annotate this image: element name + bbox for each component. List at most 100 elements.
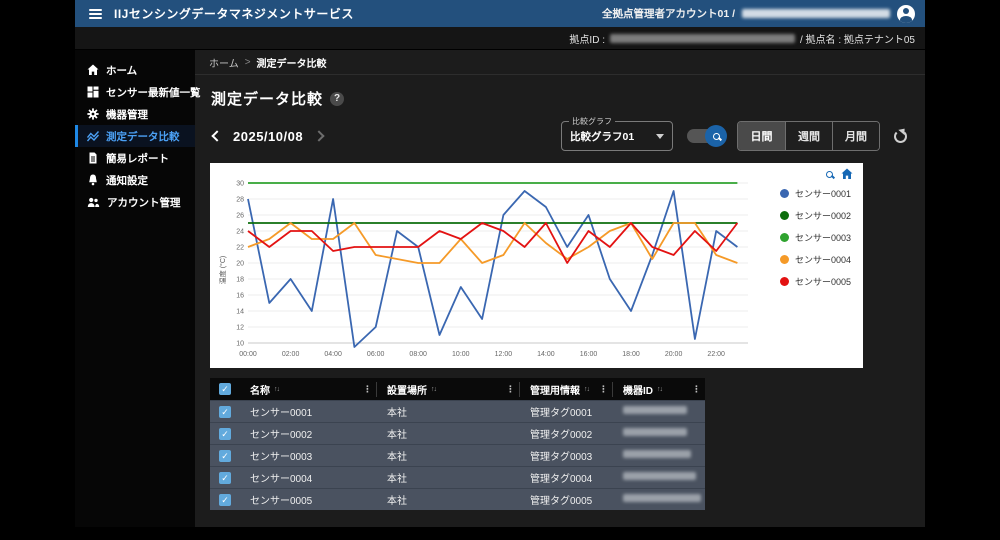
legend-dot <box>780 233 789 242</box>
column-menu-icon[interactable]: ⋮ <box>692 384 701 395</box>
sort-icon[interactable]: ↑↓ <box>431 386 436 393</box>
compare-chart-icon <box>87 130 99 142</box>
compare-graph-select-label: 比較グラフ <box>569 116 615 127</box>
chart-zoom-icon[interactable] <box>826 171 833 178</box>
device-id-redacted <box>623 450 691 458</box>
magnifier-icon <box>713 133 720 140</box>
compare-graph-select[interactable]: 比較グラフ 比較グラフ01 <box>561 121 673 151</box>
chevron-down-icon <box>656 134 664 139</box>
home-icon <box>87 64 99 76</box>
row-checkbox[interactable] <box>219 494 231 506</box>
cell-location: 本社 <box>377 492 520 507</box>
sidebar-item-home[interactable]: ホーム <box>75 59 195 81</box>
cell-location: 本社 <box>377 470 520 485</box>
table-row[interactable]: センサー0001 本社 管理タグ0001 <box>210 400 705 422</box>
accounts-icon <box>87 196 100 208</box>
column-menu-icon[interactable]: ⋮ <box>506 384 515 395</box>
cell-location: 本社 <box>377 404 520 419</box>
legend-dot <box>780 255 789 264</box>
line-chart[interactable]: 30 28 26 24 22 20 18 16 14 12 10 <box>216 175 756 365</box>
svg-text:16: 16 <box>236 293 244 300</box>
sidebar-item-label: 測定データ比較 <box>106 129 180 144</box>
tab-weekly[interactable]: 週間 <box>785 122 832 150</box>
legend-item-sensor-0001[interactable]: センサー0001 <box>780 187 851 200</box>
legend-item-sensor-0004[interactable]: センサー0004 <box>780 253 851 266</box>
cell-tag: 管理タグ0002 <box>520 426 613 441</box>
sidebar-item-simple-report[interactable]: 簡易レポート <box>75 147 195 169</box>
row-checkbox[interactable] <box>219 450 231 462</box>
sort-icon[interactable]: ↑↓ <box>657 386 662 393</box>
svg-text:10: 10 <box>236 341 244 348</box>
dashboard-icon <box>87 86 99 98</box>
main-content: ホーム > 測定データ比較 測定データ比較 ? 2025/10/08 <box>195 50 925 527</box>
svg-text:16:00: 16:00 <box>580 351 598 358</box>
sensor-table: 名称↑↓⋮ 設置場所↑↓⋮ 管理用情報↑↓⋮ 機器ID↑↓⋮ センサー0001 … <box>210 378 705 510</box>
page-title: 測定データ比較 <box>211 88 323 109</box>
site-name-label: / 拠点名 : 拠点テナント05 <box>800 31 915 46</box>
refresh-icon[interactable] <box>894 130 907 143</box>
chart-home-icon[interactable] <box>841 168 853 180</box>
sidebar-item-notification-settings[interactable]: 通知設定 <box>75 169 195 191</box>
chart-legend: センサー0001 センサー0002 センサー0003 センサー0004 <box>780 187 851 288</box>
sidebar-item-label: 通知設定 <box>106 173 148 188</box>
breadcrumb-home-link[interactable]: ホーム <box>209 55 239 70</box>
svg-text:20:00: 20:00 <box>665 351 683 358</box>
table-header: 名称↑↓⋮ 設置場所↑↓⋮ 管理用情報↑↓⋮ 機器ID↑↓⋮ <box>210 378 705 400</box>
zoom-toggle-thumb <box>705 125 727 147</box>
cell-tag: 管理タグ0004 <box>520 470 613 485</box>
help-icon[interactable]: ? <box>330 92 344 106</box>
cell-name: センサー0003 <box>240 448 377 463</box>
sort-icon[interactable]: ↑↓ <box>584 386 589 393</box>
cell-tag: 管理タグ0005 <box>520 492 613 507</box>
sidebar-item-label: センサー最新値一覧 <box>106 85 201 100</box>
svg-text:18: 18 <box>236 277 244 284</box>
table-row[interactable]: センサー0004 本社 管理タグ0004 <box>210 466 705 488</box>
sort-icon[interactable]: ↑↓ <box>274 386 279 393</box>
tab-monthly[interactable]: 月間 <box>832 122 879 150</box>
zoom-mode-toggle[interactable] <box>687 129 723 143</box>
svg-text:24: 24 <box>236 229 244 236</box>
table-row[interactable]: センサー0005 本社 管理タグ0005 <box>210 488 705 510</box>
row-checkbox[interactable] <box>219 472 231 484</box>
row-checkbox[interactable] <box>219 406 231 418</box>
column-menu-icon[interactable]: ⋮ <box>599 384 608 395</box>
svg-text:18:00: 18:00 <box>622 351 640 358</box>
svg-text:06:00: 06:00 <box>367 351 385 358</box>
account-avatar-icon[interactable] <box>897 5 915 23</box>
hamburger-menu-icon[interactable] <box>89 9 102 19</box>
breadcrumb: ホーム > 測定データ比較 <box>195 50 925 75</box>
table-row[interactable]: センサー0003 本社 管理タグ0003 <box>210 444 705 466</box>
series-line <box>248 191 737 347</box>
svg-text:08:00: 08:00 <box>409 351 427 358</box>
table-row[interactable]: センサー0002 本社 管理タグ0002 <box>210 422 705 444</box>
cell-location: 本社 <box>377 426 520 441</box>
column-header-location: 設置場所 <box>387 382 427 397</box>
svg-text:00:00: 00:00 <box>239 351 257 358</box>
sidebar-item-sensor-latest[interactable]: センサー最新値一覧 <box>75 81 195 103</box>
sidebar-item-device-management[interactable]: 機器管理 <box>75 103 195 125</box>
svg-text:14:00: 14:00 <box>537 351 555 358</box>
prev-day-button[interactable] <box>211 130 222 141</box>
app-title: IIJセンシングデータマネジメントサービス <box>114 5 354 22</box>
sidebar-item-account-management[interactable]: アカウント管理 <box>75 191 195 213</box>
select-all-checkbox[interactable] <box>219 383 231 395</box>
svg-text:14: 14 <box>236 309 244 316</box>
report-icon <box>87 152 99 164</box>
top-bar: IIJセンシングデータマネジメントサービス 全拠点管理者アカウント01 / <box>75 0 925 27</box>
sidebar-item-data-compare[interactable]: 測定データ比較 <box>75 125 195 147</box>
range-tab-group: 日間 週間 月間 <box>737 121 880 151</box>
date-navigation: 2025/10/08 <box>213 129 323 144</box>
svg-text:22:00: 22:00 <box>707 351 725 358</box>
chart-panel: 30 28 26 24 22 20 18 16 14 12 10 <box>210 163 863 368</box>
legend-item-sensor-0002[interactable]: センサー0002 <box>780 209 851 222</box>
next-day-button[interactable] <box>313 130 324 141</box>
row-checkbox[interactable] <box>219 428 231 440</box>
column-menu-icon[interactable]: ⋮ <box>363 384 372 395</box>
legend-item-sensor-0005[interactable]: センサー0005 <box>780 275 851 288</box>
sidebar-item-label: 簡易レポート <box>106 151 169 166</box>
compare-graph-select-value: 比較グラフ01 <box>570 129 634 144</box>
legend-item-sensor-0003[interactable]: センサー0003 <box>780 231 851 244</box>
device-id-redacted <box>623 406 687 414</box>
tab-daily[interactable]: 日間 <box>738 122 785 150</box>
svg-text:10:00: 10:00 <box>452 351 470 358</box>
